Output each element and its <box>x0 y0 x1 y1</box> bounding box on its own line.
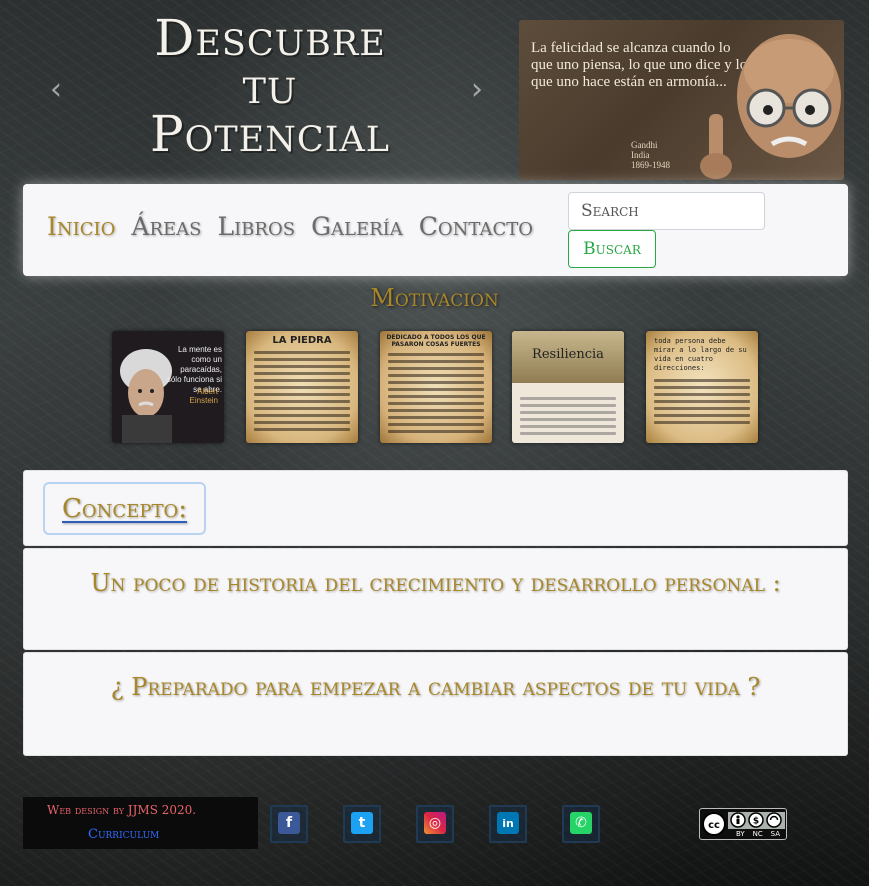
concept-button[interactable]: Concepto: <box>43 482 206 535</box>
nav-links: Inicio Áreas Libros Galería Contacto <box>47 212 533 241</box>
hero-title-line2: tu <box>242 57 298 115</box>
gallery-thumb-la-piedra[interactable]: LA PIEDRA <box>246 331 358 443</box>
design-credit: Web design by JJMS 2020. <box>47 803 197 817</box>
gandhi-quote-image: La felicidad se alcanza cuando lo que un… <box>519 20 844 180</box>
concept-card: Concepto: <box>23 470 848 546</box>
gallery-thumb-einstein[interactable]: La mente es como un paracaídas, sólo fun… <box>112 331 224 443</box>
nav-item-inicio[interactable]: Inicio <box>47 212 115 241</box>
quote-years: 1869-1948 <box>631 160 670 170</box>
hero-title-line1: Descubre <box>154 9 386 67</box>
quote-signature: Gandhi India 1869-1948 <box>631 140 670 170</box>
footer: Web design by JJMS 2020. Curriculum f t … <box>23 797 848 849</box>
ready-heading: ¿ Preparado para empezar a cambiar aspec… <box>110 673 761 701</box>
curriculum-link[interactable]: Curriculum <box>88 827 159 842</box>
nav-item-libros[interactable]: Libros <box>217 212 295 241</box>
einstein-author: Albert Einstein <box>189 387 218 405</box>
history-card: Un poco de historia del crecimiento y de… <box>23 548 848 650</box>
license-sa-label: SA <box>770 830 780 838</box>
thumb-title: LA PIEDRA <box>272 335 332 346</box>
license-nc-label: NC <box>752 830 763 838</box>
thumb-text-lines <box>654 379 750 428</box>
nav-item-areas[interactable]: Áreas <box>131 212 201 241</box>
instagram-link[interactable]: ◎ <box>416 805 454 843</box>
gallery-thumb-cuatro-direcciones[interactable]: toda persona debe mirar a lo largo de su… <box>646 331 758 443</box>
main-navbar: Inicio Áreas Libros Galería Contacto Bus… <box>23 184 848 276</box>
nav-item-contacto[interactable]: Contacto <box>419 212 533 241</box>
thumb-title: toda persona debe mirar a lo largo de su… <box>654 337 747 372</box>
facebook-link[interactable]: f <box>270 805 308 843</box>
whatsapp-icon: ✆ <box>570 812 592 834</box>
twitter-icon: t <box>351 812 373 834</box>
thumb-text-lines <box>520 397 616 439</box>
svg-text:$: $ <box>753 817 759 827</box>
search-input[interactable] <box>568 192 765 230</box>
thumb-text-lines <box>388 353 484 437</box>
gallery-thumb-resiliencia[interactable]: Resiliencia <box>512 331 624 443</box>
hero-title: Descubre tu Potencial <box>120 9 420 163</box>
footer-credits: Web design by JJMS 2020. Curriculum <box>23 797 258 849</box>
ready-card: ¿ Preparado para empezar a cambiar aspec… <box>23 652 848 756</box>
gallery-heading: Motivacion <box>370 284 499 312</box>
quote-origin: India <box>631 150 650 160</box>
gandhi-caricature-icon <box>700 34 841 179</box>
thumb-title: DEDICADO A TODOS LOS QUE PASARON COSAS F… <box>386 334 486 348</box>
license-by-label: BY <box>735 830 745 838</box>
search-button[interactable]: Buscar <box>568 230 656 268</box>
hero-title-line3: Potencial <box>150 105 390 163</box>
hero-carousel: ‹ Descubre tu Potencial › La felicidad s… <box>0 0 869 185</box>
twitter-link[interactable]: t <box>343 805 381 843</box>
facebook-icon: f <box>278 812 300 834</box>
thumb-title: Resiliencia <box>532 347 604 362</box>
nav-item-galeria[interactable]: Galería <box>311 212 403 241</box>
history-heading: Un poco de historia del crecimiento y de… <box>90 569 781 597</box>
whatsapp-link[interactable]: ✆ <box>562 805 600 843</box>
creative-commons-license-badge[interactable]: cc $ BY NC SA <box>699 808 787 840</box>
gallery-thumb-dedicado[interactable]: DEDICADO A TODOS LOS QUE PASARON COSAS F… <box>380 331 492 443</box>
quote-author: Gandhi <box>631 140 658 150</box>
carousel-prev-icon[interactable]: ‹ <box>50 72 62 107</box>
thumb-text-lines <box>254 351 350 435</box>
linkedin-link[interactable]: in <box>489 805 527 843</box>
linkedin-icon: in <box>497 812 519 834</box>
instagram-icon: ◎ <box>424 812 446 834</box>
svg-text:cc: cc <box>708 820 720 831</box>
license-labels: BY NC SA <box>732 830 784 838</box>
carousel-next-icon[interactable]: › <box>471 72 483 107</box>
